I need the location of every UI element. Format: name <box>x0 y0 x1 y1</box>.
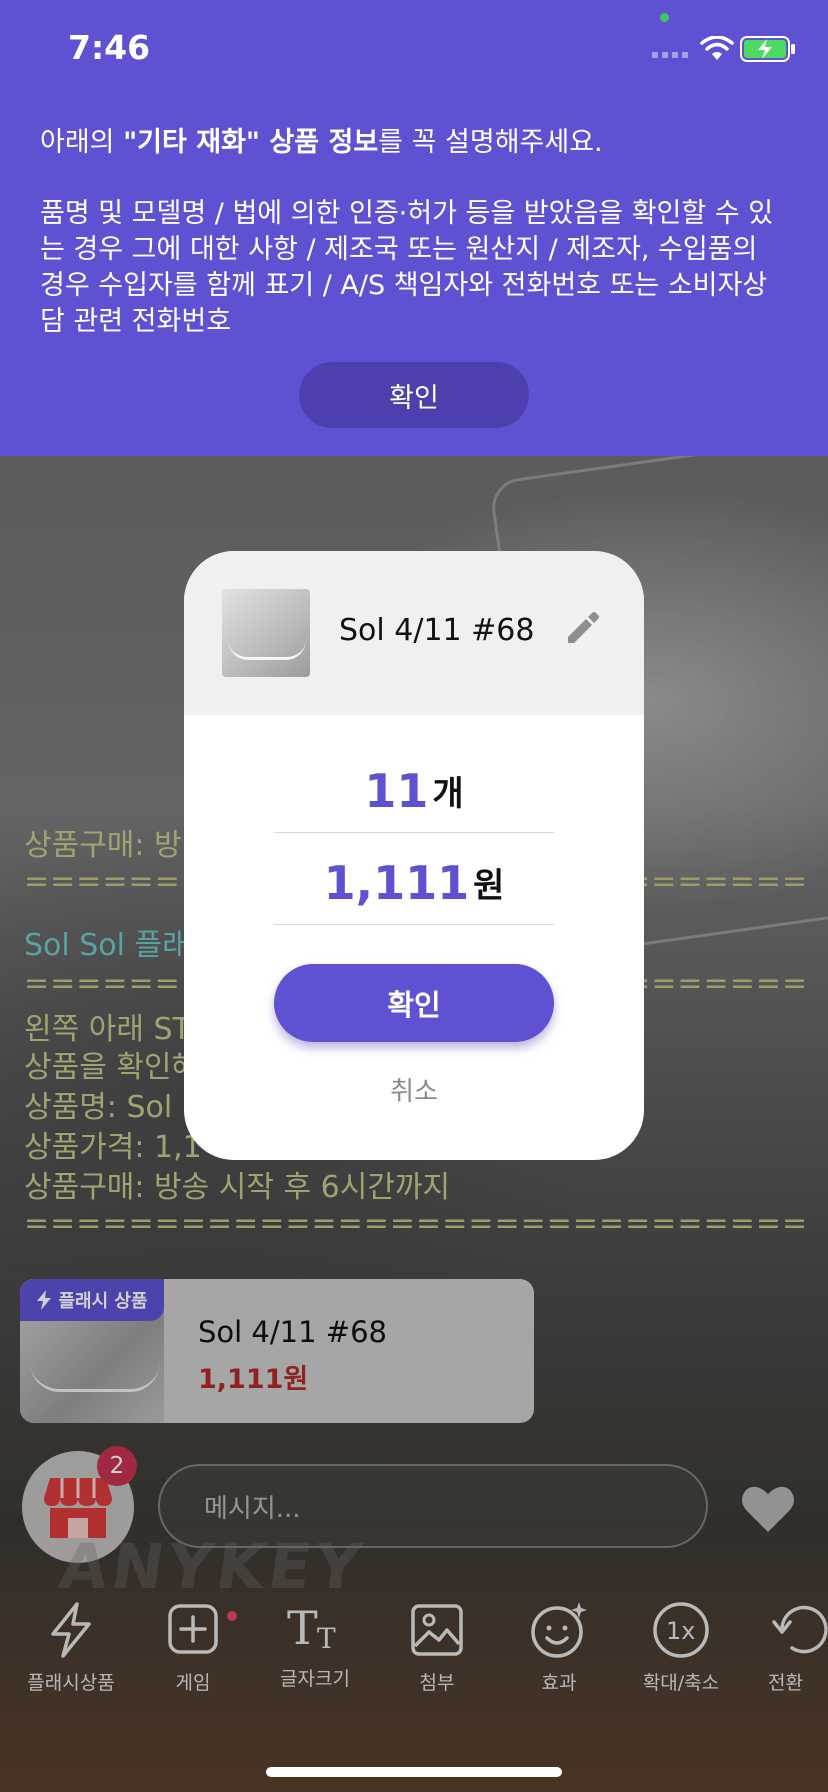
banner-intro-bold: "기타 재화" 상품 정보 <box>123 127 379 158</box>
battery-charging-icon <box>740 36 795 62</box>
modal-confirm-button[interactable]: 확인 <box>274 964 554 1042</box>
modal-header: Sol 4/11 #68 <box>184 551 644 715</box>
quantity-field[interactable]: 11 개 <box>274 749 554 833</box>
cellular-signal-icon <box>652 52 688 58</box>
banner-confirm-button[interactable]: 확인 <box>299 362 529 428</box>
quantity-unit: 개 <box>432 774 464 814</box>
modal-cancel-button[interactable]: 취소 <box>184 1071 644 1108</box>
wifi-icon <box>700 36 734 60</box>
modal-product-title: Sol 4/11 #68 <box>339 613 535 648</box>
price-field[interactable]: 1,111 원 <box>274 841 554 925</box>
product-info-banner: 7:46 아래의 "기타 재화" 상품 정보를 꼭 설명해주세요. 품명 및 모… <box>0 0 828 456</box>
modal-product-thumbnail <box>222 589 310 677</box>
price-unit: 원 <box>473 866 505 906</box>
status-time: 7:46 <box>68 28 151 67</box>
banner-description: 품명 및 모델명 / 법에 의한 인증·허가 등을 받았음을 확인할 수 있는 … <box>40 198 774 337</box>
privacy-indicator <box>660 13 669 22</box>
purchase-modal: Sol 4/11 #68 11 개 1,111 원 확인 취소 <box>184 551 644 1160</box>
pencil-edit-icon[interactable] <box>564 611 600 647</box>
banner-intro: 아래의 "기타 재화" 상품 정보를 꼭 설명해주세요. <box>40 124 790 161</box>
price-value: 1,111 <box>323 855 470 910</box>
quantity-value: 11 <box>364 763 429 818</box>
home-indicator <box>266 1767 562 1777</box>
banner-intro-suffix: 를 꼭 설명해주세요. <box>378 127 603 158</box>
banner-intro-prefix: 아래의 <box>40 127 124 158</box>
